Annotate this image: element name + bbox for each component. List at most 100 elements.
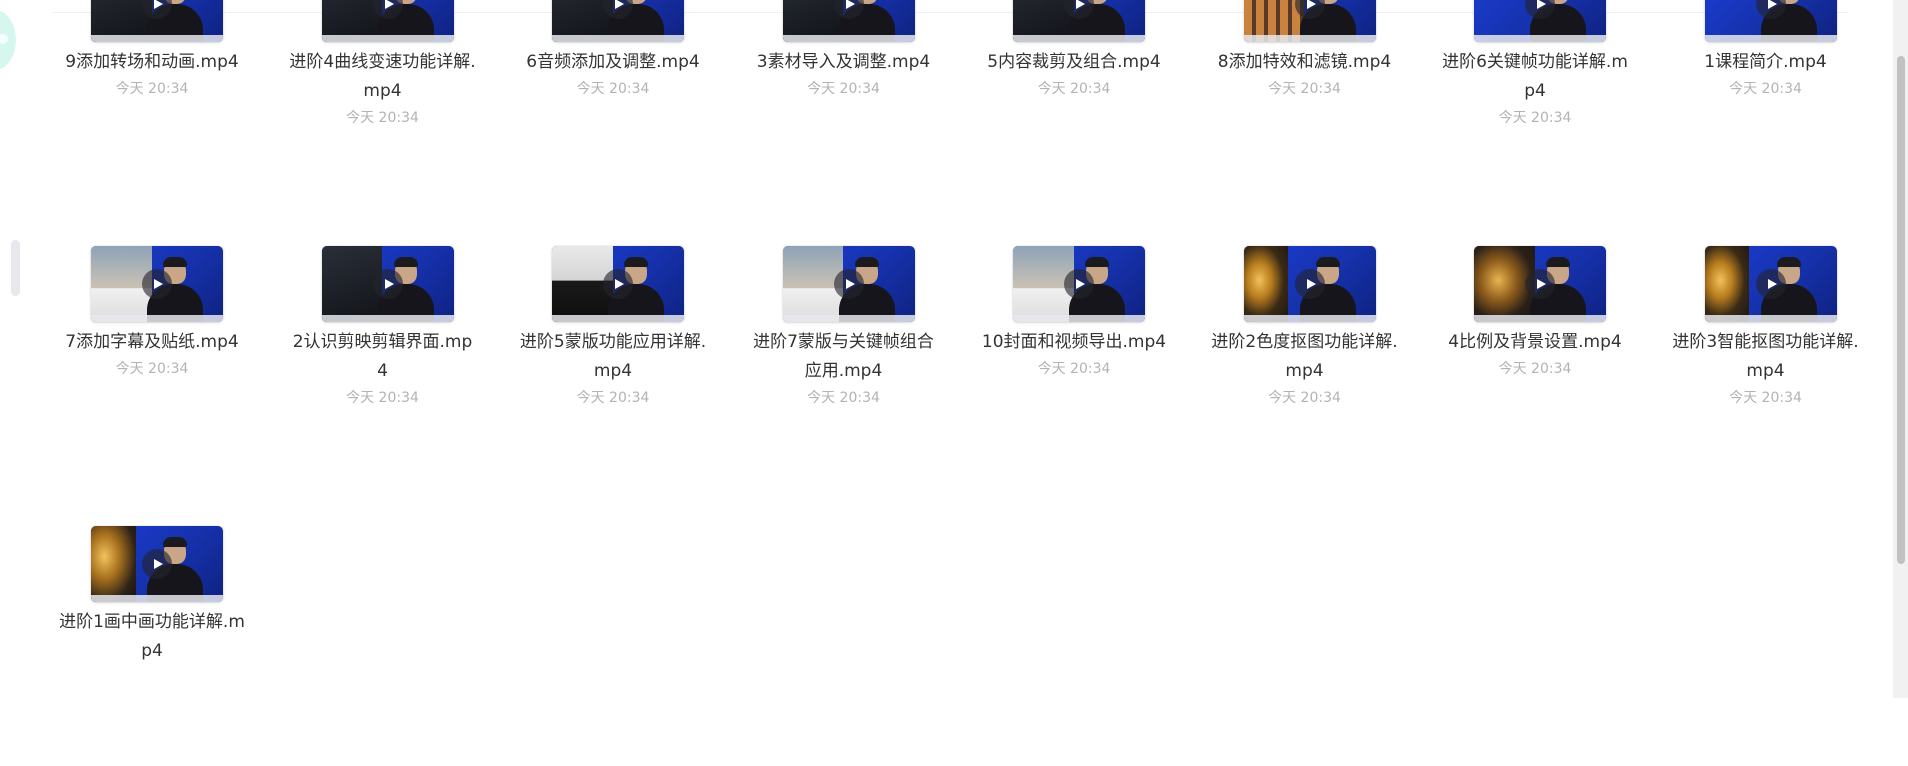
- thumbnail-desk: [1474, 35, 1606, 42]
- video-thumbnail[interactable]: [1013, 0, 1145, 42]
- file-name: 5内容裁剪及组合.mp4: [987, 52, 1161, 72]
- play-icon[interactable]: [372, 269, 403, 299]
- file-item[interactable]: 2认识剪映剪辑界面.mp4 今天 20:34: [288, 246, 478, 486]
- scrollbar-thumb[interactable]: [1897, 56, 1905, 564]
- thumbnail-desk: [1243, 315, 1376, 322]
- thumbnail-desk: [1704, 35, 1837, 42]
- video-thumbnail[interactable]: [1704, 246, 1837, 322]
- file-modified-time: 今天 20:34: [1268, 81, 1341, 97]
- file-modified-time: 今天 20:34: [807, 81, 880, 97]
- file-name: 3素材导入及调整.mp4: [756, 52, 931, 72]
- thumbnail-desk: [1243, 35, 1376, 42]
- file-item[interactable]: 进阶3智能抠图功能详解.mp4 今天 20:34: [1671, 246, 1861, 486]
- thumbnail-desk: [782, 35, 915, 42]
- video-thumbnail[interactable]: [1013, 246, 1145, 322]
- presenter-hair: [624, 256, 649, 267]
- video-thumbnail[interactable]: [321, 246, 454, 322]
- video-thumbnail[interactable]: [321, 0, 454, 42]
- file-name: 进阶3智能抠图功能详解.mp4: [1672, 332, 1859, 381]
- thumbnail-screen-area: [1704, 246, 1750, 322]
- play-icon[interactable]: [142, 549, 172, 579]
- file-name: 1课程简介.mp4: [1704, 52, 1827, 72]
- presenter-hair: [163, 256, 188, 267]
- thumbnail-desk: [91, 595, 223, 602]
- video-thumbnail[interactable]: [91, 526, 223, 602]
- thumbnail-desk: [552, 315, 684, 322]
- presenter-hair: [1546, 256, 1571, 267]
- video-thumbnail[interactable]: [1704, 0, 1837, 42]
- presenter-hair: [1776, 256, 1801, 267]
- presenter-hair: [1315, 256, 1340, 267]
- thumbnail-desk: [1013, 35, 1145, 42]
- file-item[interactable]: 进阶2色度抠图功能详解.mp4 今天 20:34: [1210, 246, 1400, 486]
- file-item[interactable]: 10封面和视频导出.mp4 今天 20:34: [979, 246, 1169, 486]
- file-modified-time: 今天 20:34: [1037, 361, 1111, 377]
- video-thumbnail[interactable]: [1474, 0, 1606, 42]
- file-item[interactable]: 6音频添加及调整.mp4 今天 20:34: [518, 0, 708, 206]
- thumbnail-desk: [321, 35, 454, 42]
- video-thumbnail[interactable]: [782, 246, 915, 322]
- video-thumbnail[interactable]: [91, 246, 223, 322]
- play-icon[interactable]: [1525, 269, 1555, 299]
- file-modified-time: 今天 20:34: [1037, 81, 1111, 97]
- file-item[interactable]: 3素材导入及调整.mp4 今天 20:34: [749, 0, 939, 206]
- video-thumbnail[interactable]: [782, 0, 915, 42]
- file-modified-time: 今天 20:34: [1498, 361, 1572, 377]
- presenter-hair: [1085, 256, 1110, 267]
- file-item[interactable]: 4比例及背景设置.mp4 今天 20:34: [1440, 246, 1630, 486]
- file-item[interactable]: 进阶4曲线变速功能详解.mp4 今天 20:34: [288, 0, 478, 206]
- thumbnail-desk: [321, 315, 454, 322]
- file-modified-time: 今天 20:34: [576, 390, 650, 406]
- file-name: 进阶5蒙版功能应用详解.mp4: [519, 332, 707, 381]
- file-item[interactable]: 进阶1画中画功能详解.mp4: [57, 526, 247, 766]
- play-icon[interactable]: [1064, 269, 1094, 299]
- file-modified-time: 今天 20:34: [1729, 81, 1802, 97]
- file-name: 10封面和视频导出.mp4: [981, 332, 1167, 352]
- thumbnail-desk: [552, 35, 684, 42]
- video-thumbnail[interactable]: [91, 0, 223, 42]
- file-name: 进阶2色度抠图功能详解.mp4: [1211, 332, 1398, 381]
- file-item[interactable]: 7添加字幕及贴纸.mp4 今天 20:34: [57, 246, 247, 486]
- vertical-scrollbar[interactable]: [1893, 0, 1908, 698]
- file-name: 2认识剪映剪辑界面.mp4: [292, 332, 473, 381]
- file-modified-time: 今天 20:34: [346, 390, 419, 406]
- file-modified-time: 今天 20:34: [576, 81, 650, 97]
- file-name: 4比例及背景设置.mp4: [1448, 332, 1622, 352]
- file-item[interactable]: 进阶7蒙版与关键帧组合应用.mp4 今天 20:34: [749, 246, 939, 486]
- play-icon[interactable]: [142, 269, 172, 299]
- file-item[interactable]: 进阶5蒙版功能应用详解.mp4 今天 20:34: [518, 246, 708, 486]
- thumbnail-screen-area: [91, 526, 136, 602]
- file-modified-time: 今天 20:34: [115, 361, 189, 377]
- play-icon[interactable]: [1294, 269, 1325, 299]
- file-item[interactable]: 8添加特效和滤镜.mp4 今天 20:34: [1210, 0, 1400, 206]
- file-item[interactable]: 5内容裁剪及组合.mp4 今天 20:34: [979, 0, 1169, 206]
- thumbnail-desk: [91, 315, 223, 322]
- file-grid: 9添加转场和动画.mp4 今天 20:34 进阶4曲线变速功能详解.mp4 今天 20…: [0, 0, 1890, 698]
- video-thumbnail[interactable]: [1474, 246, 1606, 322]
- thumbnail-desk: [91, 35, 223, 42]
- thumbnail-desk: [1474, 315, 1606, 322]
- play-icon[interactable]: [603, 269, 633, 299]
- play-icon[interactable]: [833, 269, 864, 299]
- presenter-hair: [854, 256, 879, 267]
- video-thumbnail[interactable]: [552, 0, 684, 42]
- file-modified-time: 今天 20:34: [346, 110, 419, 126]
- file-name: 6音频添加及调整.mp4: [526, 52, 700, 72]
- file-name: 进阶7蒙版与关键帧组合应用.mp4: [753, 332, 934, 381]
- video-thumbnail[interactable]: [1243, 0, 1376, 42]
- file-modified-time: 今天 20:34: [1729, 390, 1802, 406]
- thumbnail-screen-area: [1243, 246, 1289, 322]
- file-name: 进阶6关键帧功能详解.mp4: [1442, 52, 1628, 101]
- video-thumbnail[interactable]: [1243, 246, 1376, 322]
- file-item[interactable]: 9添加转场和动画.mp4 今天 20:34: [57, 0, 247, 206]
- file-name: 进阶1画中画功能详解.mp4: [59, 612, 245, 661]
- video-thumbnail[interactable]: [552, 246, 684, 322]
- thumbnail-desk: [1013, 315, 1145, 322]
- presenter-hair: [393, 256, 418, 267]
- thumbnail-desk: [1704, 315, 1837, 322]
- play-icon[interactable]: [1755, 269, 1786, 299]
- presenter-hair: [163, 536, 188, 547]
- file-item[interactable]: 1课程简介.mp4 今天 20:34: [1671, 0, 1861, 206]
- file-item[interactable]: 进阶6关键帧功能详解.mp4 今天 20:34: [1440, 0, 1630, 206]
- file-modified-time: 今天 20:34: [1268, 390, 1341, 406]
